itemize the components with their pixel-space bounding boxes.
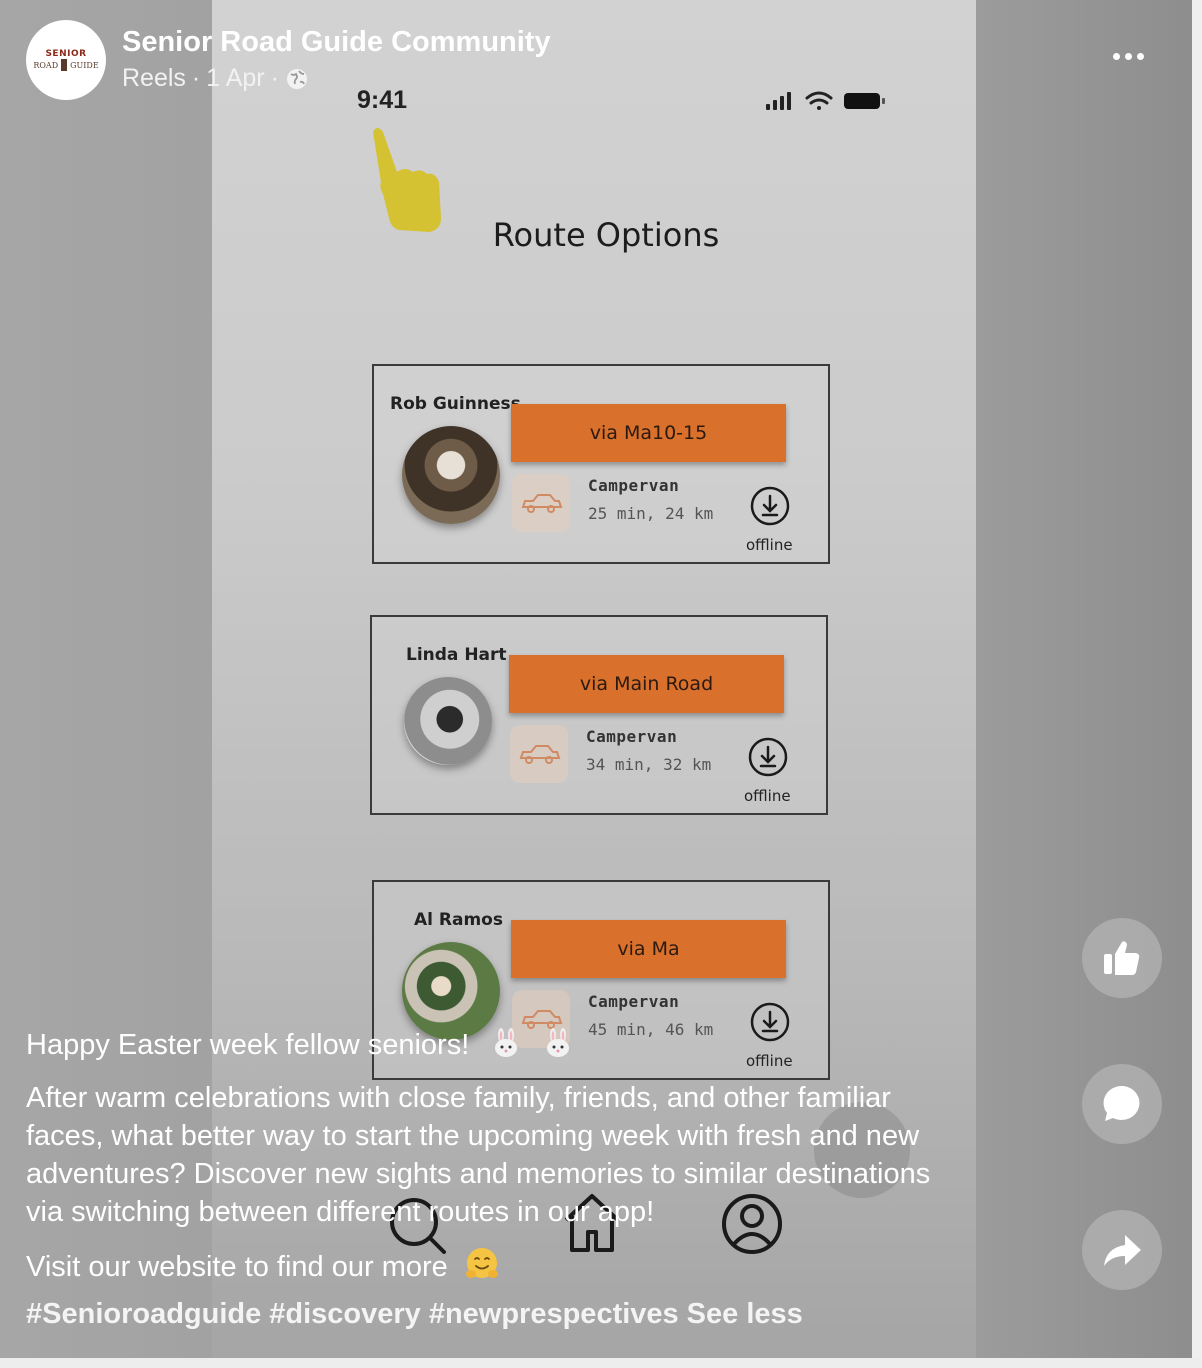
pointing-hand-icon (373, 128, 441, 232)
caption-website-line: Visit our website to find our more (26, 1246, 500, 1286)
hashtag-link[interactable]: #discovery (269, 1298, 421, 1330)
caption-line: adventures? Discover new sights and memo… (26, 1158, 931, 1190)
bunny-emoji-icon (547, 1028, 570, 1057)
offline-label: offline (746, 536, 793, 554)
page-name-link[interactable]: Senior Road Guide Community (122, 26, 551, 59)
vehicle-type: Campervan (588, 992, 680, 1011)
route-eta: 25 min, 24 km (588, 504, 714, 523)
caption-line: faces, what better way to start the upco… (26, 1120, 920, 1152)
download-icon[interactable] (748, 737, 788, 777)
driver-photo (402, 426, 500, 524)
route-button[interactable]: via Ma (511, 920, 786, 978)
caption-line-1: Happy Easter week fellow seniors! (26, 1026, 573, 1064)
comment-icon (1103, 1085, 1140, 1121)
meta-separator: · (191, 64, 201, 92)
route-button[interactable]: via Main Road (509, 655, 784, 713)
share-icon (1104, 1235, 1141, 1266)
driver-name: Linda Hart (406, 645, 507, 665)
route-button[interactable]: via Ma10-15 (511, 404, 786, 462)
car-icon (521, 494, 563, 513)
bunny-emoji-icon (495, 1028, 518, 1057)
caption-line: via switching between different routes i… (26, 1196, 655, 1228)
caption-paragraph: After warm celebrations with close famil… (26, 1079, 930, 1231)
vehicle-tile (510, 725, 568, 783)
offline-label: offline (744, 787, 791, 805)
hugging-face-emoji-icon (465, 1248, 498, 1278)
caption-line: After warm celebrations with close famil… (26, 1082, 891, 1114)
route-card[interactable]: Linda Hart via Main Road Campervan 34 mi… (370, 615, 828, 815)
share-button[interactable] (1082, 1210, 1162, 1290)
meta-separator: · (270, 64, 279, 92)
scrollbar-track (1192, 0, 1202, 1368)
download-icon[interactable] (750, 1002, 790, 1042)
vehicle-tile (512, 474, 570, 532)
signpost-icon (61, 59, 68, 71)
download-icon[interactable] (750, 486, 790, 526)
driver-name: Al Ramos (414, 910, 503, 930)
logo-text-bottom: ROAD GUIDE (33, 59, 99, 71)
route-eta: 34 min, 32 km (586, 755, 712, 774)
dot-icon (1112, 52, 1120, 60)
hashtags-line: #Senioroadguide #discovery #newprespective… (26, 1298, 803, 1331)
logo-text-right: GUIDE (70, 60, 99, 70)
reels-link[interactable]: Reels (122, 64, 186, 93)
like-button[interactable] (1082, 918, 1162, 998)
globe-icon (286, 68, 307, 89)
route-eta: 45 min, 46 km (588, 1020, 714, 1039)
hashtag-link[interactable]: #newprespectives (429, 1298, 679, 1330)
battery-icon (844, 93, 885, 109)
comment-button[interactable] (1082, 1064, 1162, 1144)
caption-greeting: Happy Easter week fellow seniors! (26, 1029, 470, 1061)
dot-icon (1124, 52, 1132, 60)
vehicle-type: Campervan (586, 727, 678, 746)
driver-photo (404, 677, 492, 765)
page-avatar[interactable]: SENIOR ROAD GUIDE (26, 20, 106, 100)
hashtag-link[interactable]: #Senioroadguide (26, 1298, 261, 1330)
logo-text-top: SENIOR (45, 49, 87, 59)
status-bar-icons (766, 91, 885, 110)
driver-name: Rob Guinness (390, 394, 521, 414)
car-icon (519, 745, 561, 764)
dot-icon (1136, 52, 1144, 60)
route-card[interactable]: Rob Guinness via Ma10-15 Campervan 25 mi… (372, 364, 830, 564)
see-less-button[interactable]: See less (687, 1298, 803, 1330)
post-meta: Reels · 1 Apr · (122, 64, 309, 93)
signal-icon (766, 92, 791, 110)
status-bar-time: 9:41 (357, 86, 408, 114)
logo-text-left: ROAD (33, 60, 59, 70)
wifi-icon (805, 91, 833, 110)
bottom-edge (0, 1358, 1202, 1368)
more-options-button[interactable] (1104, 38, 1152, 74)
route-options-title: Route Options (492, 216, 720, 254)
offline-label: offline (746, 1052, 793, 1070)
caption-website-text: Visit our website to find our more (26, 1251, 448, 1283)
like-icon (1104, 941, 1140, 975)
post-date[interactable]: 1 Apr (206, 64, 264, 93)
vehicle-type: Campervan (588, 476, 680, 495)
